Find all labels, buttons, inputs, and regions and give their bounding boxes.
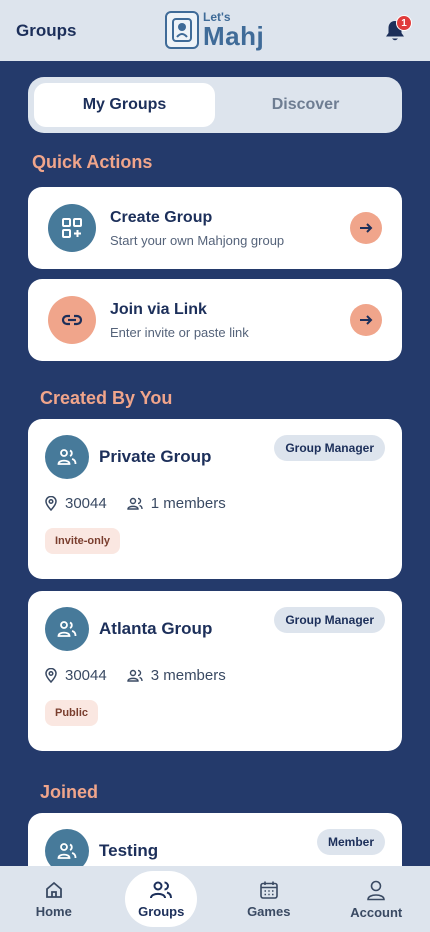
role-badge: Group Manager xyxy=(274,607,385,633)
home-icon xyxy=(45,881,62,898)
join-via-link-subtitle: Enter invite or paste link xyxy=(110,324,249,340)
location-pin-icon xyxy=(45,496,57,511)
location-pin-icon xyxy=(45,668,57,683)
members-icon xyxy=(127,669,143,682)
nav-home-label: Home xyxy=(35,903,72,919)
logo-text-big: Mahj xyxy=(203,21,265,51)
groups-icon xyxy=(150,881,173,898)
group-card-private[interactable]: Private Group Group Manager 30044 1 memb… xyxy=(28,419,402,579)
group-member-count: 3 members xyxy=(150,667,226,684)
tab-discover[interactable]: Discover xyxy=(215,83,396,127)
nav-groups-label: Groups xyxy=(138,903,185,919)
create-group-subtitle: Start your own Mahjong group xyxy=(110,232,285,248)
join-via-link-card[interactable]: Join via Link Enter invite or paste link xyxy=(28,279,402,361)
grid-plus-icon xyxy=(48,204,96,252)
nav-groups[interactable]: Groups xyxy=(125,871,198,927)
group-zip: 30044 xyxy=(65,667,107,684)
nav-account-label: Account xyxy=(350,904,403,920)
page-title: Groups xyxy=(16,20,77,40)
notifications-button[interactable]: 1 xyxy=(384,15,412,43)
visibility-badge: Invite-only xyxy=(45,528,121,554)
nav-account[interactable]: Account xyxy=(340,871,412,927)
role-badge: Member xyxy=(316,829,385,855)
group-zip: 30044 xyxy=(65,495,107,512)
members-icon xyxy=(127,497,143,510)
nav-games-label: Games xyxy=(247,903,291,919)
arrow-right-icon[interactable] xyxy=(350,212,382,244)
calendar-icon xyxy=(259,881,278,899)
nav-home[interactable]: Home xyxy=(18,871,90,927)
group-avatar-icon xyxy=(45,435,89,479)
notification-badge: 1 xyxy=(396,15,412,31)
tab-my-groups[interactable]: My Groups xyxy=(34,83,215,127)
create-group-title: Create Group xyxy=(110,208,213,226)
group-member-count: 1 members xyxy=(150,495,226,512)
join-via-link-title: Join via Link xyxy=(110,300,207,318)
link-icon xyxy=(48,296,96,344)
create-group-card[interactable]: Create Group Start your own Mahjong grou… xyxy=(28,187,402,269)
group-avatar-icon xyxy=(45,607,89,651)
bottom-navigation: Home Groups Games Account xyxy=(0,866,430,932)
mahjong-tile-icon xyxy=(165,11,199,49)
joined-title: Joined xyxy=(40,782,99,802)
arrow-right-icon[interactable] xyxy=(350,304,382,336)
group-card-atlanta[interactable]: Atlanta Group Group Manager 30044 3 memb… xyxy=(28,591,402,751)
user-icon xyxy=(367,880,386,900)
app-logo: Let's Mahj xyxy=(165,8,265,52)
visibility-badge: Public xyxy=(45,700,99,726)
role-badge: Group Manager xyxy=(274,435,385,461)
segmented-tabs: My Groups Discover xyxy=(28,77,402,133)
nav-games[interactable]: Games xyxy=(233,871,305,927)
quick-actions-title: Quick Actions xyxy=(32,152,153,172)
created-by-you-title: Created By You xyxy=(40,388,173,408)
